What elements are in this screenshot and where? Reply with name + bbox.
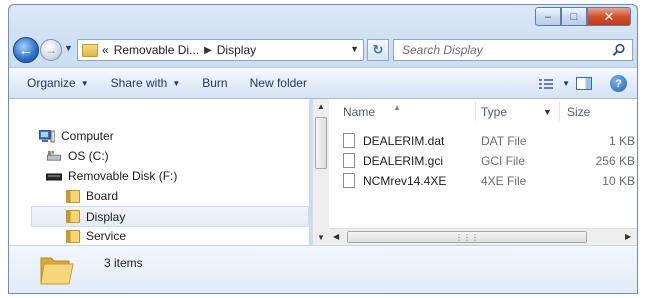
scrollbar-thumb[interactable] — [315, 117, 327, 169]
chevron-right-icon[interactable]: ▶ — [204, 45, 212, 56]
organize-label: Organize — [27, 76, 76, 90]
nav-item-removable-disk[interactable]: Removable Disk (F:) — [46, 169, 177, 183]
column-divider[interactable] — [559, 101, 560, 121]
file-row[interactable]: DEALERIM.dat DAT File 1 KB — [329, 131, 637, 151]
folder-icon — [66, 229, 80, 243]
recent-pages-dropdown[interactable]: ▼ — [64, 43, 73, 53]
file-type: GCI File — [481, 154, 526, 168]
navigation-scrollbar[interactable]: ▲ ▼ — [312, 99, 329, 245]
column-filter-dropdown-icon[interactable]: ▼ — [543, 107, 552, 117]
nav-label: Computer — [61, 129, 114, 143]
file-size: 256 KB — [595, 154, 635, 168]
address-row: ← → ▼ « Removable Di... ▶ Display ▼ ↻ Se… — [9, 35, 637, 65]
file-row[interactable]: NCMrev14.4XE 4XE File 10 KB — [329, 171, 637, 191]
help-icon[interactable]: ? — [610, 75, 627, 92]
column-label: Type — [481, 105, 508, 119]
minimize-button[interactable]: – — [535, 7, 561, 26]
nav-label: Service — [86, 229, 127, 243]
maximize-button[interactable]: □ — [561, 7, 587, 26]
chevron-down-icon: ▼ — [80, 78, 89, 88]
address-bar[interactable]: « Removable Di... ▶ Display ▼ — [77, 39, 364, 61]
computer-icon — [39, 129, 55, 142]
sort-ascending-icon: ▲ — [393, 103, 401, 112]
file-icon — [343, 133, 355, 148]
scroll-down-icon[interactable]: ▼ — [317, 233, 325, 242]
address-dropdown-icon[interactable]: ▼ — [350, 44, 359, 54]
file-list[interactable]: ▲ Name Type ▼ Size DEALERIM.dat DAT File… — [329, 99, 637, 245]
horizontal-scrollbar[interactable]: ◀ ⋮⋮⋮ ▶ — [329, 228, 637, 245]
forward-arrow-icon: → — [45, 43, 57, 57]
nav-item-computer[interactable]: Computer — [39, 129, 114, 143]
column-header-size[interactable]: Size — [567, 105, 590, 119]
file-row[interactable]: DEALERIM.gci GCI File 256 KB — [329, 151, 637, 171]
file-size: 10 KB — [602, 174, 635, 188]
scrollbar-thumb[interactable]: ⋮⋮⋮ — [347, 231, 587, 243]
scroll-right-icon[interactable]: ▶ — [625, 232, 631, 241]
search-placeholder: Search Display — [402, 43, 483, 57]
breadcrumb-overflow[interactable]: « — [102, 43, 109, 57]
command-bar: Organize ▼ Share with ▼ Burn New folder ▼ … — [9, 67, 637, 99]
file-size: 1 KB — [608, 134, 635, 148]
explorer-window: – □ ✕ ← → ▼ « Removable Di... ▶ Display … — [8, 4, 638, 294]
title-bar[interactable]: – □ ✕ — [9, 5, 637, 35]
refresh-icon: ↻ — [372, 42, 384, 57]
details-pane: 3 items — [9, 245, 637, 293]
breadcrumb-removable-disk[interactable]: Removable Di... — [114, 43, 199, 57]
new-folder-button[interactable]: New folder — [239, 76, 318, 90]
share-with-button[interactable]: Share with ▼ — [100, 76, 192, 90]
scroll-up-icon[interactable]: ▲ — [317, 102, 325, 111]
nav-label: Display — [86, 209, 126, 224]
scroll-left-icon[interactable]: ◀ — [333, 232, 339, 241]
file-name: DEALERIM.dat — [363, 134, 445, 148]
preview-pane-icon[interactable] — [576, 77, 592, 90]
views-dropdown-icon[interactable]: ▼ — [562, 79, 570, 88]
forward-button[interactable]: → — [40, 39, 62, 61]
refresh-button[interactable]: ↻ — [367, 39, 389, 61]
nav-label: Board — [86, 189, 119, 203]
removable-drive-icon — [46, 173, 62, 181]
file-type: DAT File — [481, 134, 527, 148]
views-icon[interactable] — [539, 78, 554, 90]
nav-item-service[interactable]: Service — [66, 229, 126, 243]
column-label: Name — [343, 105, 376, 119]
nav-item-os-c[interactable]: OS (C:) — [46, 149, 109, 163]
column-header-type[interactable]: Type — [481, 105, 507, 119]
file-icon — [343, 173, 355, 188]
file-type: 4XE File — [481, 174, 527, 188]
breadcrumb-display[interactable]: Display — [217, 43, 256, 57]
caption-buttons: – □ ✕ — [535, 7, 631, 26]
toolbar-right: ▼ ? — [539, 75, 627, 92]
navigation-pane[interactable]: Computer OS (C:) Removable Disk (F:) Boa… — [9, 99, 309, 245]
file-name: DEALERIM.gci — [363, 154, 444, 168]
folder-icon — [40, 257, 74, 285]
file-icon — [343, 153, 355, 168]
burn-button[interactable]: Burn — [191, 76, 238, 90]
chevron-down-icon: ▼ — [172, 78, 181, 88]
column-label: Size — [567, 105, 591, 119]
back-arrow-icon: ← — [18, 41, 34, 59]
drive-c-icon — [46, 151, 62, 161]
file-name: NCMrev14.4XE — [363, 174, 447, 188]
folder-icon — [66, 189, 80, 203]
nav-item-display[interactable]: Display — [31, 206, 309, 227]
search-input[interactable]: Search Display — [393, 39, 633, 61]
column-header-name[interactable]: ▲ Name — [343, 103, 401, 119]
grip-icon: ⋮⋮⋮ — [455, 232, 479, 242]
nav-label: Removable Disk (F:) — [68, 169, 178, 183]
organize-button[interactable]: Organize ▼ — [9, 76, 100, 90]
column-divider[interactable] — [475, 101, 476, 121]
folder-icon — [82, 43, 98, 57]
folder-icon — [66, 210, 80, 223]
nav-item-board[interactable]: Board — [66, 189, 118, 203]
back-button[interactable]: ← — [13, 37, 39, 63]
nav-label: OS (C:) — [68, 149, 109, 163]
close-button[interactable]: ✕ — [587, 7, 631, 26]
share-with-label: Share with — [110, 76, 168, 90]
search-icon[interactable] — [612, 43, 626, 57]
item-count: 3 items — [104, 256, 143, 270]
